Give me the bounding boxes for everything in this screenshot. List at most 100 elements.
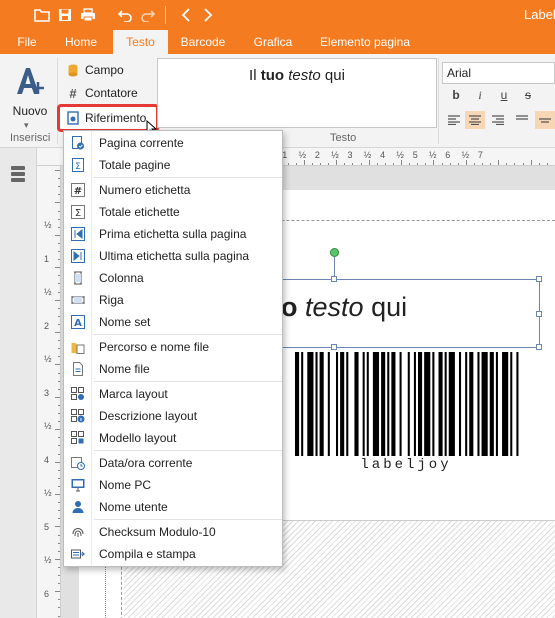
barcode-bar [418,352,423,456]
ruler-label: 3 [347,150,353,160]
campo-button[interactable]: Campo [66,59,124,81]
menu-item-nome-pc[interactable]: Nome PC [65,474,281,496]
tab-grafica[interactable]: Grafica [244,30,302,54]
text-a-icon: A [71,315,85,329]
tab-barcode[interactable]: Barcode [172,30,234,54]
menu-item-pagina-corrente[interactable]: Pagina corrente [65,132,281,154]
menu-item-marca-layout[interactable]: Marca layout [65,383,281,405]
menu-item-descrizione-layout[interactable]: Descrizione layout [65,405,281,427]
tab-elemento-pagina[interactable]: Elemento pagina [310,30,420,54]
menu-item-label: Nome file [99,362,150,376]
nav-back-icon[interactable] [176,5,196,25]
barcode-bar [432,352,435,456]
menu-item-checksum-modulo-10[interactable]: Checksum Modulo-10 [65,521,281,543]
italic-button[interactable]: i [470,86,490,104]
menu-item-nome-file[interactable]: Nome file [65,358,281,380]
text-preview[interactable]: Il tuo testo qui [157,58,437,128]
strikethrough-button[interactable]: s [518,86,538,104]
barcode-bar [340,352,345,456]
open-folder-icon[interactable] [32,5,52,25]
underline-button[interactable]: u [494,86,514,104]
group-separator [438,58,439,144]
menu-item-nome-utente[interactable]: Nome utente [65,496,281,518]
print-icon[interactable] [78,5,98,25]
preview-pre: Il [249,67,261,84]
undo-icon[interactable] [115,5,135,25]
computer-icon [71,478,85,492]
bold-button[interactable]: b [446,86,466,104]
menu-item-riga[interactable]: Riga [65,289,281,311]
barcode-bar [510,352,513,456]
riferimento-button[interactable]: Riferimento [66,107,146,129]
tab-home[interactable]: Home [52,30,110,54]
menu-item-totale-etichette[interactable]: Σ Totale etichette [65,201,281,223]
align-center-icon[interactable] [465,111,485,129]
menu-item-modello-layout[interactable]: Modello layout [65,427,281,449]
menu-item-data-ora-corrente[interactable]: Data/ora corrente [65,452,281,474]
contatore-button[interactable]: # Contatore [66,82,138,104]
ribbon-tabs: File Home Testo Barcode Grafica Elemento… [0,30,555,54]
text-element[interactable]: o testo qui [271,248,542,350]
menu-item-label: Ultima etichetta sulla pagina [99,249,250,263]
align-middle-icon[interactable] [535,111,555,129]
nav-forward-icon[interactable] [198,5,218,25]
preview-italic: testo [288,67,321,84]
menu-item-numero-etichetta[interactable]: # Numero etichetta [65,179,281,201]
font-name-input[interactable]: Arial [442,62,555,84]
menu-item-nome-set[interactable]: A Nome set [65,311,281,333]
new-text-button[interactable]: Nuovo ▾ [6,58,54,130]
save-icon[interactable] [55,5,75,25]
barcode-bar [372,352,380,456]
toolbar-separator [165,6,166,24]
last-label-icon [71,249,85,263]
ruler-label: ½ [461,150,470,160]
resize-handle[interactable] [536,276,542,282]
menu-item-colonna[interactable]: Colonna [65,267,281,289]
tool-strip [0,148,37,618]
menu-item-ultima-etichetta-sulla-pagina[interactable]: Ultima etichetta sulla pagina [65,245,281,267]
sigma-icon: Σ [71,205,85,219]
align-top-icon[interactable] [512,111,532,129]
ruler-label: ½ [363,150,372,160]
first-label-icon [71,227,85,241]
ruler-label: ½ [298,150,307,160]
ruler-label: ½ [396,150,404,160]
menu-item-totale-pagine[interactable]: Σ Totale pagine [65,154,281,176]
align-left-icon[interactable] [444,111,464,129]
menu-item-percorso-e-nome-file[interactable]: Percorso e nome file [65,336,281,358]
barcode-element[interactable]: labeljoy [291,352,521,478]
hash-icon: # [71,183,85,197]
menu-separator [94,334,282,335]
menu-item-prima-etichetta-sulla-pagina[interactable]: Prima etichetta sulla pagina [65,223,281,245]
align-right-icon[interactable] [488,111,508,129]
menu-separator [94,381,282,382]
canvas-text-post: qui [371,292,408,322]
resize-handle[interactable] [536,311,542,317]
barcode-bar [481,352,488,456]
menu-item-label: Riga [99,293,124,307]
redo-icon[interactable] [138,5,158,25]
contatore-label: Contatore [85,86,138,100]
layout-brand-icon [71,387,85,401]
tab-file[interactable]: File [8,30,46,54]
menu-item-label: Pagina corrente [99,136,184,150]
calendar-clock-icon [71,456,85,470]
reference-icon [66,111,80,125]
rotate-handle[interactable] [330,248,339,257]
ruler-label: 6 [44,588,50,599]
barcode-bar [391,352,396,456]
menu-item-label: Percorso e nome file [99,340,210,354]
barcode-bar [448,352,455,456]
resize-handle[interactable] [331,344,337,350]
barcode-bar [307,352,314,456]
resize-handle[interactable] [536,344,542,350]
menu-item-compila-e-stampa[interactable]: Compila e stampa [65,543,281,565]
tab-testo[interactable]: Testo [113,30,168,54]
new-text-icon [17,68,44,94]
ruler-label: 2 [44,320,50,331]
ruler-label: ½ [429,150,437,160]
user-icon [71,500,85,514]
layers-icon[interactable] [10,165,26,183]
ruler-label: 6 [445,150,451,160]
barcode-bar [444,352,447,456]
